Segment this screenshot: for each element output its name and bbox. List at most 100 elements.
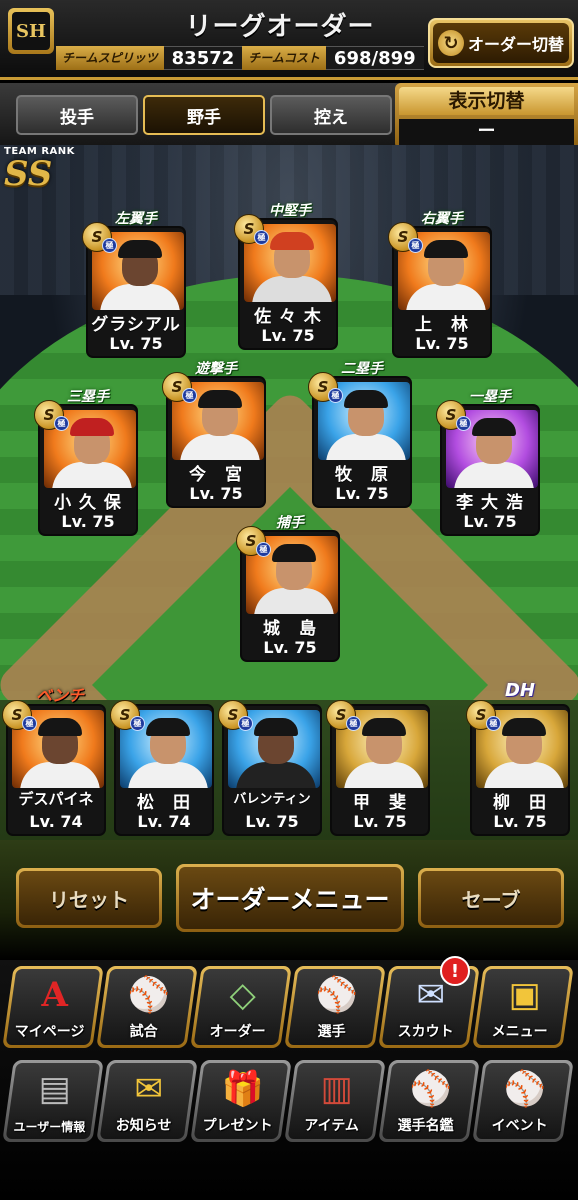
tab-fielder[interactable]: 野手: [143, 95, 265, 135]
nav-game[interactable]: ⚾ 試合: [96, 966, 198, 1048]
gift-icon: 🎁: [221, 1069, 264, 1109]
nav-news[interactable]: ✉ お知らせ: [96, 1060, 198, 1142]
rarity-badge: S極: [466, 700, 501, 731]
player-card-left-field[interactable]: S極 グラシアル Lv. 75: [82, 222, 186, 358]
player-level: Lv. 75: [109, 334, 163, 353]
field-diamond-icon: ◇: [229, 975, 256, 1015]
player-level: Lv. 74: [137, 812, 191, 831]
display-toggle-value: ー: [399, 119, 574, 145]
player-name: 今 宮: [189, 465, 243, 485]
nav-user-info[interactable]: ▤ ユーザー情報: [2, 1060, 104, 1142]
team-stats: チームスピリッツ 83572 チームコスト 698/899: [56, 46, 424, 70]
nav-event[interactable]: ⚾ イベント: [472, 1060, 574, 1142]
header-bar: SH リーグオーダー チームスピリッツ 83572 チームコスト 698/899…: [0, 0, 578, 80]
stadium-icon: ⚾: [127, 975, 170, 1015]
reset-button[interactable]: リセット: [16, 868, 162, 928]
bottom-navigation: A マイページ ⚾ 試合 ◇ オーダー ⚾ 選手 ✉ スカウト ▣ メニュー ▤…: [0, 960, 578, 1200]
player-card-catcher[interactable]: S極 城 島 Lv. 75: [236, 526, 340, 662]
player-card-center-field[interactable]: S極 佐 々 木 Lv. 75: [234, 214, 338, 350]
dh-label: DH: [504, 680, 535, 701]
bench-player-card-1[interactable]: S極 デスパイネ Lv. 74: [2, 700, 106, 836]
nav-label: プレゼント: [202, 1118, 273, 1134]
tab-reserve[interactable]: 控え: [270, 95, 392, 135]
rarity-badge: S極: [110, 700, 145, 731]
player-name: デスパイネ: [18, 790, 94, 808]
player-name: バレンティン: [233, 792, 311, 807]
display-toggle[interactable]: 表示切替 ー: [395, 83, 578, 149]
bench-player-card-4[interactable]: S極 甲 斐 Lv. 75: [326, 700, 430, 836]
team-logo-mark: SH: [12, 12, 50, 50]
rarity-badge: S極: [2, 700, 37, 731]
order-menu-button[interactable]: オーダーメニュー: [176, 864, 404, 932]
event-ball-icon: ⚾: [503, 1069, 546, 1109]
order-switch-inner: ↻ オーダー切替: [433, 23, 569, 63]
player-directory-icon: ⚾: [409, 1069, 452, 1109]
nav-order[interactable]: ◇ オーダー: [190, 966, 292, 1048]
nav-label: メニュー: [491, 1024, 548, 1040]
nav-row-sub: ▤ ユーザー情報 ✉ お知らせ 🎁 プレゼント ▥ アイテム ⚾ 選手名鑑 ⚾ …: [0, 1060, 578, 1150]
rarity-badge: S極: [326, 700, 361, 731]
news-icon: ✉: [134, 1069, 163, 1109]
nav-player-directory[interactable]: ⚾ 選手名鑑: [378, 1060, 480, 1142]
nav-label: イベント: [491, 1118, 548, 1134]
save-button-label: セーブ: [421, 871, 561, 925]
swap-arrows-icon: ↻: [437, 30, 464, 56]
player-card-dh[interactable]: S極 柳 田 Lv. 75: [466, 700, 570, 836]
nav-menu[interactable]: ▣ メニュー: [472, 966, 574, 1048]
nav-mypage[interactable]: A マイページ: [2, 966, 104, 1048]
player-card-third-base[interactable]: S極 小 久 保 Lv. 75: [34, 400, 138, 536]
rarity-badge: S極: [234, 214, 269, 245]
player-level: Lv. 75: [263, 638, 317, 657]
rarity-badge: S極: [34, 400, 69, 431]
player-card-shortstop[interactable]: S極 今 宮 Lv. 75: [162, 372, 266, 508]
order-switch-label: オーダー切替: [467, 35, 564, 54]
team-logo[interactable]: SH: [8, 8, 54, 54]
scout-notification-badge: !: [440, 956, 470, 986]
player-level: Lv. 75: [261, 326, 315, 345]
nav-row-main: A マイページ ⚾ 試合 ◇ オーダー ⚾ 選手 ✉ スカウト ▣ メニュー: [0, 966, 578, 1056]
screen-title: リーグオーダー: [185, 12, 375, 42]
player-level: Lv. 75: [493, 812, 547, 831]
save-button[interactable]: セーブ: [418, 868, 564, 928]
team-rank: TEAM RANK SS: [4, 146, 75, 191]
player-level: Lv. 75: [335, 484, 389, 503]
player-card-first-base[interactable]: S極 李 大 浩 Lv. 75: [436, 400, 540, 536]
player-name: 上 林: [415, 315, 469, 335]
nav-label: マイページ: [14, 1024, 85, 1040]
player-level: Lv. 75: [245, 812, 299, 831]
bench-player-card-2[interactable]: S極 松 田 Lv. 74: [110, 700, 214, 836]
order-menu-button-label: オーダーメニュー: [179, 867, 401, 929]
player-card-second-base[interactable]: S極 牧 原 Lv. 75: [308, 372, 412, 508]
player-level: Lv. 75: [463, 512, 517, 531]
rarity-badge: S極: [308, 372, 343, 403]
rarity-badge: S極: [218, 700, 253, 731]
tab-pitcher[interactable]: 投手: [16, 95, 138, 135]
order-switch-button[interactable]: ↻ オーダー切替: [428, 18, 574, 68]
nav-players[interactable]: ⚾ 選手: [284, 966, 386, 1048]
nav-label: 試合: [129, 1024, 158, 1040]
team-rank-value: SS: [4, 154, 53, 194]
menu-character-icon: ▣: [508, 975, 541, 1015]
player-level: Lv. 74: [29, 812, 83, 831]
player-level: Lv. 75: [353, 812, 407, 831]
player-name: 小 久 保: [54, 493, 122, 513]
rarity-badge: S極: [162, 372, 197, 403]
nav-label: オーダー: [209, 1024, 266, 1040]
nav-items[interactable]: ▥ アイテム: [284, 1060, 386, 1142]
item-book-icon: ▥: [320, 1069, 353, 1109]
player-name: グラシアル: [91, 315, 181, 335]
rarity-badge: S極: [388, 222, 423, 253]
bench-player-card-3[interactable]: S極 バレンティン Lv. 75: [218, 700, 322, 836]
player-card-right-field[interactable]: S極 上 林 Lv. 75: [388, 222, 492, 358]
player-silhouette-icon: ⚾: [315, 975, 358, 1015]
nav-present[interactable]: 🎁 プレゼント: [190, 1060, 292, 1142]
player-level: Lv. 75: [415, 334, 469, 353]
nav-label: お知らせ: [115, 1118, 172, 1134]
team-cost-value: 698/899: [325, 46, 424, 70]
player-level: Lv. 75: [61, 512, 115, 531]
player-name: 李 大 浩: [456, 493, 524, 513]
rarity-badge: S極: [236, 526, 271, 557]
player-level: Lv. 75: [189, 484, 243, 503]
player-name: 柳 田: [493, 793, 547, 813]
nav-label: アイテム: [304, 1118, 359, 1134]
